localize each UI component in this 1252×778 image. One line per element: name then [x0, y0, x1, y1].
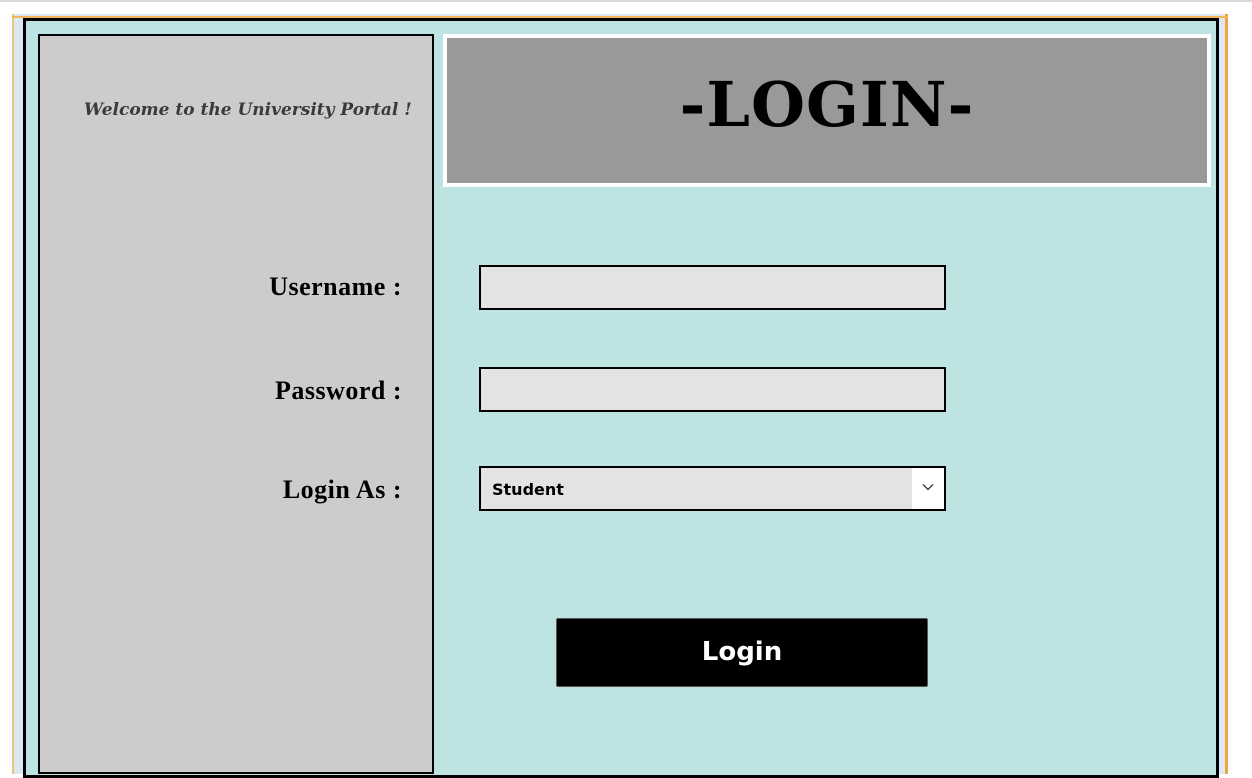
header-banner: -LOGIN- — [443, 34, 1211, 187]
welcome-message: Welcome to the University Portal ! — [84, 100, 412, 120]
login-as-selected-value: Student — [492, 480, 564, 499]
username-input[interactable] — [479, 265, 946, 310]
login-as-label: Login As : — [282, 475, 402, 504]
login-as-select[interactable]: Student — [479, 466, 946, 511]
chevron-down-icon — [922, 484, 934, 491]
login-button[interactable]: Login — [556, 618, 928, 687]
page-title: -LOGIN- — [679, 68, 975, 141]
username-label: Username : — [269, 272, 402, 301]
dropdown-toggle[interactable] — [912, 468, 944, 509]
password-label: Password : — [274, 376, 402, 405]
top-divider — [0, 0, 1252, 2]
password-input[interactable] — [479, 367, 946, 412]
